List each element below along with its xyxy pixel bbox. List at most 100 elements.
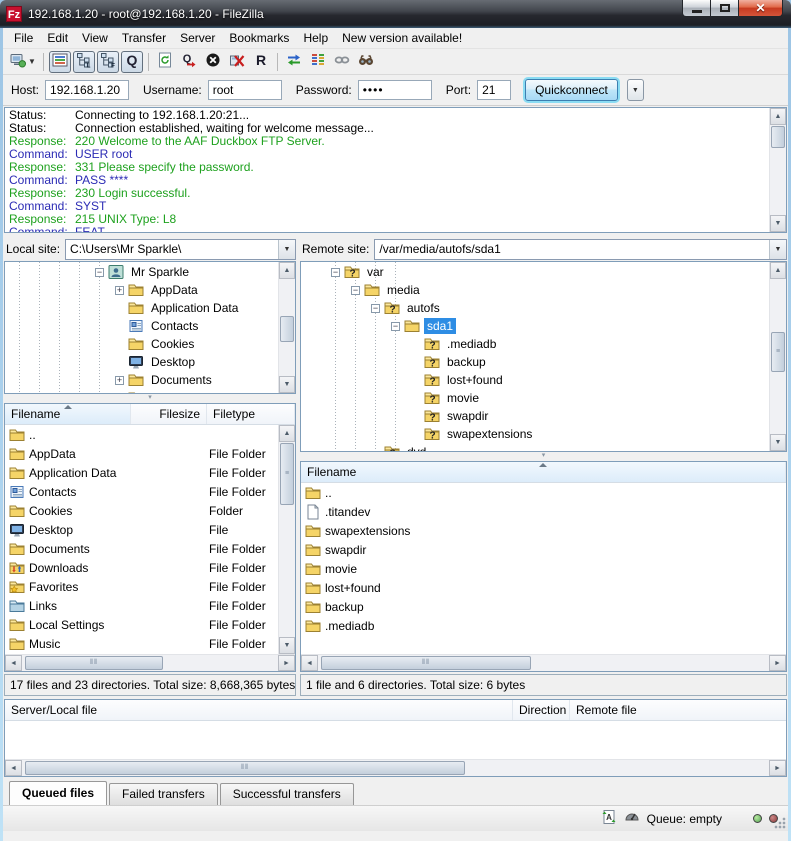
tree-item-label[interactable]: Application Data [148,300,241,316]
file-row-favorites[interactable]: FavoritesFile Folder [5,577,278,596]
splitter-chevron-icon[interactable]: ▾ [300,452,787,460]
scroll-down-icon[interactable]: ▼ [279,637,295,654]
log-scrollbar-thumb[interactable] [771,126,785,148]
remote-site-combobox[interactable]: /var/media/autofs/sda1 ▼ [374,239,787,260]
filelist-filter-button[interactable] [331,51,353,73]
file-row-cookies[interactable]: CookiesFolder [5,501,278,520]
file-row-links[interactable]: LinksFile Folder [5,596,278,615]
log-scrollbar[interactable]: ▲ ▼ [769,108,786,232]
tree-item-swapdir[interactable]: ?swapdir [301,407,769,425]
queue-hscrollbar-thumb[interactable]: ⦀⦀ [25,761,465,775]
file-row-contacts[interactable]: ContactsFile Folder [5,482,278,501]
scroll-down-icon[interactable]: ▼ [770,434,786,451]
scroll-right-icon[interactable]: ► [278,655,295,671]
scroll-up-icon[interactable]: ▲ [770,108,786,125]
toggle-local-tree-button[interactable]: L [73,51,95,73]
tree-item-mr-sparkle[interactable]: −Mr Sparkle [5,263,278,281]
queue-hscrollbar[interactable]: ◄ ⦀⦀ ► [5,759,786,776]
tree-item-label[interactable]: Cookies [148,336,197,352]
scroll-left-icon[interactable]: ◄ [5,760,22,776]
splitter-chevron-icon[interactable]: ▾ [4,394,296,402]
tree-item-appdata[interactable]: + AppData [5,281,278,299]
expand-icon[interactable]: + [115,376,124,385]
tab-successful-transfers[interactable]: Successful transfers [220,783,354,805]
host-input[interactable] [45,80,129,100]
port-input[interactable] [477,80,511,100]
tree-item-label[interactable]: Downloads [148,390,213,393]
collapse-icon[interactable]: − [331,268,340,277]
menu-edit[interactable]: Edit [40,29,75,47]
scroll-down-icon[interactable]: ▼ [279,376,295,393]
tree-item-label[interactable]: AppData [148,282,201,298]
chevron-down-icon[interactable]: ▼ [769,240,786,259]
tree-item-label[interactable]: Desktop [148,354,198,370]
file-row-downloads[interactable]: DownloadsFile Folder [5,558,278,577]
scroll-up-icon[interactable]: ▲ [770,262,786,279]
file-row-documents[interactable]: DocumentsFile Folder [5,539,278,558]
file-row-music[interactable]: MusicFile Folder [5,634,278,653]
resize-grip[interactable] [774,817,786,829]
column-header-filename[interactable]: Filename [301,462,786,482]
collapse-icon[interactable]: − [391,322,400,331]
tab-queued-files[interactable]: Queued files [9,781,107,805]
speed-limit-icon[interactable] [624,809,640,828]
disconnect-button[interactable] [226,51,248,73]
scroll-up-icon[interactable]: ▲ [279,425,295,442]
file-row-[interactable]: .. [5,425,278,444]
quickconnect-button[interactable]: Quickconnect [525,79,618,101]
quickconnect-dropdown-button[interactable]: ▼ [627,79,644,101]
title-bar[interactable]: Fz 192.168.1.20 - root@192.168.1.20 - Fi… [0,0,791,28]
menu-view[interactable]: View [75,29,115,47]
tab-failed-transfers[interactable]: Failed transfers [109,783,218,805]
menu-transfer[interactable]: Transfer [115,29,173,47]
tree-item-label[interactable]: swapdir [444,408,491,424]
local-tree-scrollbar-thumb[interactable] [280,316,294,342]
cancel-button[interactable] [202,51,224,73]
tree-item-var[interactable]: −?var [301,263,769,281]
remote-tree-scrollbar-thumb[interactable]: ≡ [771,332,785,372]
file-row-appdata[interactable]: AppDataFile Folder [5,444,278,463]
local-tree-scrollbar[interactable]: ▲ ▼ [278,262,295,393]
tree-item-documents[interactable]: +Documents [5,371,278,389]
tree-item-swapextensions[interactable]: ?swapextensions [301,425,769,443]
scroll-up-icon[interactable]: ▲ [279,262,295,279]
tree-item-label[interactable]: backup [444,354,489,370]
username-input[interactable] [208,80,282,100]
tree-item-label[interactable]: autofs [404,300,443,316]
close-button[interactable]: ✕ [739,0,783,17]
column-header-filename[interactable]: Filename [5,404,131,424]
menu-bookmarks[interactable]: Bookmarks [222,29,296,47]
local-list-hscrollbar[interactable]: ◄ ⦀⦀ ► [5,654,295,671]
password-input[interactable] [358,80,432,100]
file-row-[interactable]: .. [301,483,786,502]
tree-item-media[interactable]: −media [301,281,769,299]
tree-item-dvd[interactable]: ?dvd [301,443,769,451]
remote-list-hscrollbar[interactable]: ◄ ⦀⦀ ► [301,654,786,671]
menu-help[interactable]: Help [296,29,335,47]
local-list-scrollbar[interactable]: ▲ ≡ ▼ [278,425,295,654]
chevron-down-icon[interactable]: ▼ [278,240,295,259]
tree-item-movie[interactable]: ?movie [301,389,769,407]
refresh-button[interactable] [154,51,176,73]
expand-icon[interactable]: + [115,286,124,295]
tree-item-label[interactable]: var [364,264,387,280]
queue-column-server-local-file[interactable]: Server/Local file [5,700,513,720]
tree-item-label[interactable]: dvd [404,444,429,451]
tree-item-label[interactable]: Mr Sparkle [128,264,192,280]
file-row-titandev[interactable]: .titandev [301,502,786,521]
file-row-swapextensions[interactable]: swapextensions [301,521,786,540]
tree-item-label[interactable]: movie [444,390,482,406]
tree-item-label[interactable]: Contacts [148,318,201,334]
minimize-button[interactable] [682,0,711,17]
collapse-icon[interactable]: − [371,304,380,313]
reconnect-button[interactable]: R [250,51,272,73]
file-row-movie[interactable]: movie [301,559,786,578]
column-header-filetype[interactable]: Filetype [207,404,295,424]
local-list-hscrollbar-thumb[interactable]: ⦀⦀ [25,656,163,670]
tree-item-sda1[interactable]: −sda1 [301,317,769,335]
tree-item-cookies[interactable]: Cookies [5,335,278,353]
tree-item-autofs[interactable]: −?autofs [301,299,769,317]
find-files-button[interactable] [355,51,377,73]
tree-item-backup[interactable]: ?backup [301,353,769,371]
menu-server[interactable]: Server [173,29,222,47]
